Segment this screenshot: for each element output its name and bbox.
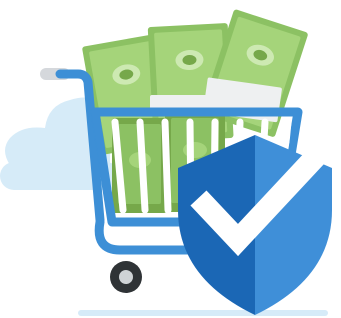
ground-line [78,310,328,316]
shield-check-icon [178,134,338,315]
secure-shopping-illustration [0,0,341,318]
cart-wheel [110,261,142,293]
illustration-canvas [0,9,338,316]
